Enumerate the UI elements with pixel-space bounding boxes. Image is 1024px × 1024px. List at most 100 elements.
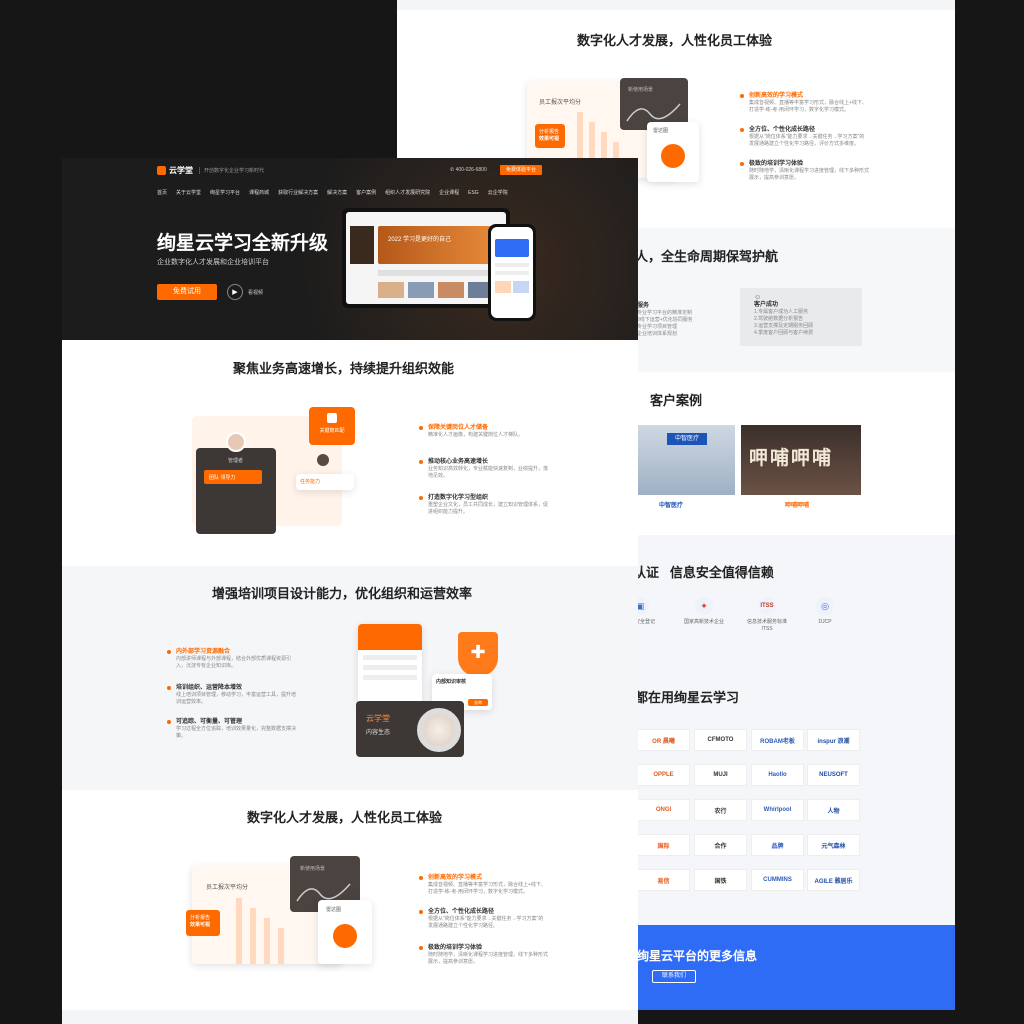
avatar [317,454,329,466]
contact-us-button[interactable]: 联系我们 [652,970,696,983]
feature-item: 可追踪、可衡量、可管理 学习过程全方位追踪，培训效果量化，完整数据支撑决策。 [167,718,296,740]
nav-item[interactable]: 客户案例 [356,189,376,196]
bar-mark [236,898,242,964]
nav-item[interactable]: 首页 [157,189,167,196]
nav-item[interactable]: 关于云学堂 [176,189,201,196]
magnifier-icon [417,708,461,752]
feature-title: 创新高效的学习模式 [749,93,804,99]
bullet-icon [740,94,744,98]
free-trial-button[interactable]: 免费试用 [157,284,217,300]
case-sign: 中智医疗 [667,433,707,445]
nav-item[interactable]: 课程商城 [249,189,269,196]
watch-video-button[interactable]: ▶ 看视频 [227,284,263,300]
client-logo: 元气森林 [807,834,860,856]
bullet-icon [740,162,744,166]
feature-item: 保障关键岗位人才储备 精准化人才画像，构建关键岗位人才梯队。 [419,424,548,439]
resource-row [363,665,417,670]
bullet-icon [419,460,423,464]
feature-title: 极致的培训学习体验 [428,945,483,951]
report-badge: 分析报告 效果可视 [535,124,565,148]
case-sign: 呷哺呷哺 [749,448,834,469]
nav-item[interactable]: 绚星学习平台 [210,189,240,196]
cert-icon: ITSS [758,597,776,615]
case-name: 呷哺呷哺 [785,503,810,509]
feature-desc: 内部讲师课程与外部课程，结合外部优质课程资源引入，沉淀专有企业知识库。 [176,656,292,669]
tablet-sidebar [350,226,374,264]
resource-row [363,675,417,680]
phone-banner [495,239,529,257]
section-title: 增强培训项目设计能力，优化组织和运营效率 [212,586,473,601]
cta-banner: 绚星云平台的更多信息 联系我们 [637,925,955,1010]
key-post-label: 关键岗匹配 [319,428,345,434]
free-trial-header-button[interactable]: 免费体验平台 [500,165,542,175]
tablet-thumb [438,282,464,298]
section-title: 聚焦业务高速增长，持续提升组织效能 [233,361,455,376]
section-title: 数字化人才发展，人性化员工体验 [247,810,443,825]
feature-desc: 线上培训项目管理，移动学习，丰富运营工具，提升培训运营效率。 [176,692,297,705]
feature-desc: 根据从"岗位体系"能力要求→关键任务→学习方案"的发展通路建立个性化学习路径。 [428,916,544,929]
phone-thumb [495,281,511,293]
nav-item[interactable]: 解决方案 [327,189,347,196]
feature-title: 全方位、个性化成长路径 [428,909,495,915]
manager-card: 管理者 团队 领导力 [196,432,276,534]
service-title: 服务 [637,303,650,309]
section-title: 数字化人才发展，人性化员工体验 [577,33,773,48]
feature-title: 保障关键岗位人才储备 [428,425,489,431]
client-logo: 国际 [637,834,690,856]
scene-label: 新使用场景 [628,87,654,93]
feature-title: 创新高效的学习模式 [428,875,483,881]
user-icon: ☺ [754,294,762,301]
play-icon: ▶ [227,284,243,300]
review-button[interactable]: 去审 [468,699,488,706]
service-item: 4.季度客户回顾与客户续费 [754,330,814,336]
feature-item: 培训组织、运营降本增效 线上培训项目管理，移动学习，丰富运营工具，提升培训运营效率… [167,684,297,706]
resource-card-header [358,624,422,650]
cert-icon: ✦ [695,597,713,615]
cert-icon: ◎ [816,597,834,615]
card-label: 员工报次平均分 [206,885,249,891]
client-logo: ONGI [637,799,690,821]
feature-item: 内外部学习资源融合 内部讲师课程与外部课程，结合外部优质课程资源引入，沉淀专有企业… [167,648,296,670]
feature-title: 打造数字化学习型组织 [428,495,489,501]
client-logo: CFMOTO [694,729,747,751]
client-logo: 合作 [694,834,747,856]
header-brand[interactable]: 云学堂 开创数字化企业学习新时代 [157,165,264,176]
feature-item: 打造数字化学习型组织 重塑企业文化，员工共同成长，建立知识管理体系，促进组织能力提… [419,494,549,516]
service-item: 企业培训体系规划 [637,331,678,337]
nav-item[interactable]: 组织人才发展研究院 [385,189,430,196]
scene-label: 新使用场景 [300,866,326,872]
case-name: 中智医疗 [659,503,684,509]
tablet-thumb [378,282,404,298]
skill-tag: 团队 领导力 [204,470,262,484]
nav-item[interactable]: 云企学院 [488,189,508,196]
case-image-2[interactable]: 呷哺呷哺 [741,425,861,495]
feature-title: 推动核心业务高速增长 [428,459,489,465]
nav-item[interactable]: 获取行业解决方案 [278,189,318,196]
nav-item[interactable]: ESG [468,190,479,196]
bar-mark [264,918,270,964]
section-2: 增强培训项目设计能力，优化组织和运营效率 内外部学习资源融合 内部讲师课程与外部课… [62,566,638,790]
cert-label: 国家高新技术企业 [683,619,724,625]
badge-label: 分析报告 [190,915,211,921]
shield-icon: ✚ [458,632,498,676]
client-logo: AGILE 雅居乐 [807,869,860,891]
main-nav: 首页 关于云学堂 绚星学习平台 课程商城 获取行业解决方案 解决方案 客户案例 组织人才发展研… [157,181,517,199]
phone-number: ✆ 400-026-6800 [450,167,487,173]
feature-item: 推动核心业务高速增长 业务知识高效转化，专业赋能快速复制，业绩提升，落地见效。 [419,458,548,480]
feature-desc: 重塑企业文化，员工共同成长，建立知识管理体系，促进组织能力提升。 [428,502,549,515]
customer-success-card: ☺ 客户成功 1.专属客户成功人工服务 2.驾驶舱数据分析报告 3.运营支撑及定… [740,288,862,346]
client-logo: Whirlpool [751,799,804,821]
badge-label: 分析报告 [539,129,560,135]
service-left: 服务 专业学习平台的精准定制 3线下运营+优化协同服务 专业学习项目管理 企业培… [637,302,737,338]
resource-card [358,624,422,706]
bullet-icon [419,876,423,880]
radar-label: 雷达图 [653,128,669,134]
phone-text: 400-026-6800 [455,167,487,173]
nav-item[interactable]: 企业课程 [439,189,459,196]
case-image-1[interactable]: 中智医疗 [637,425,735,495]
bottom-strip [62,1010,638,1024]
client-logo: NEUSOFT [807,764,860,786]
section-title: 客户案例 [650,393,703,408]
cert-item: ◎ DJCP [802,597,848,626]
feature-title: 全方位、个性化成长路径 [749,127,816,133]
